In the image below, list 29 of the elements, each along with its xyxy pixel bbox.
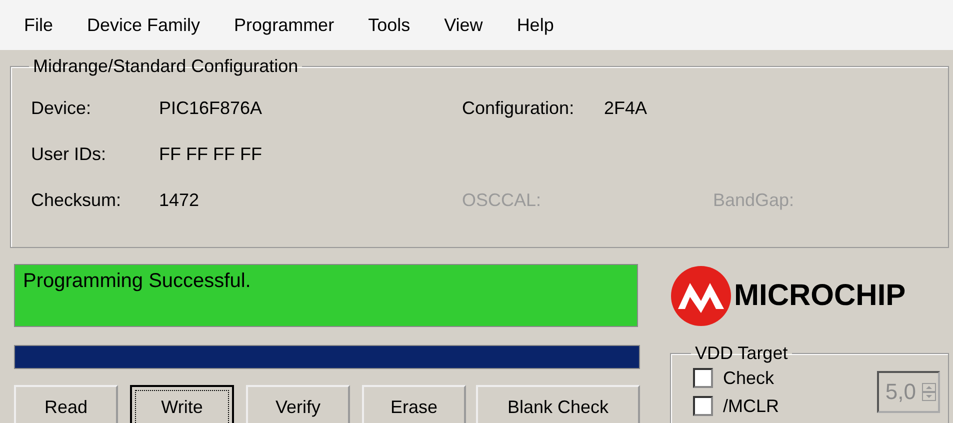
field-label: Checksum:	[31, 190, 122, 210]
action-button[interactable]: Blank Check	[476, 385, 640, 423]
field-value: 2F4A	[604, 98, 648, 118]
menu-item[interactable]: Help	[506, 14, 564, 36]
field-label: OSCCAL:	[462, 190, 542, 210]
action-button[interactable]: Verify	[246, 385, 350, 423]
menu-item[interactable]: View	[434, 14, 493, 36]
group-title: Midrange/Standard Configuration	[32, 56, 300, 77]
field-value: PIC16F876A	[159, 98, 262, 118]
menu-item[interactable]: Tools	[358, 14, 420, 36]
menu-item[interactable]: Programmer	[224, 14, 344, 36]
checkbox-label: /MCLR	[723, 396, 780, 416]
action-button[interactable]: Erase	[362, 385, 466, 423]
field-label: User IDs:	[31, 144, 108, 164]
field-label: BandGap:	[713, 190, 794, 210]
field-label: Configuration:	[462, 98, 576, 118]
action-button[interactable]: Write	[130, 385, 234, 423]
menu-item[interactable]: File	[14, 14, 64, 36]
status-message: Programming Successful.	[23, 270, 251, 292]
action-button[interactable]: Read	[14, 385, 118, 423]
spin-arrows-icon	[922, 383, 936, 401]
group-title: VDD Target	[694, 343, 789, 364]
field-label: Device:	[31, 98, 92, 118]
field-value: 1472	[159, 190, 200, 210]
field-value: FF FF FF FF	[159, 144, 262, 164]
checkbox-label: Check	[723, 368, 774, 388]
logo-text: MICROCHIP	[734, 278, 906, 312]
menu-item[interactable]: Device Family	[77, 14, 210, 36]
logo-icon	[670, 264, 732, 326]
